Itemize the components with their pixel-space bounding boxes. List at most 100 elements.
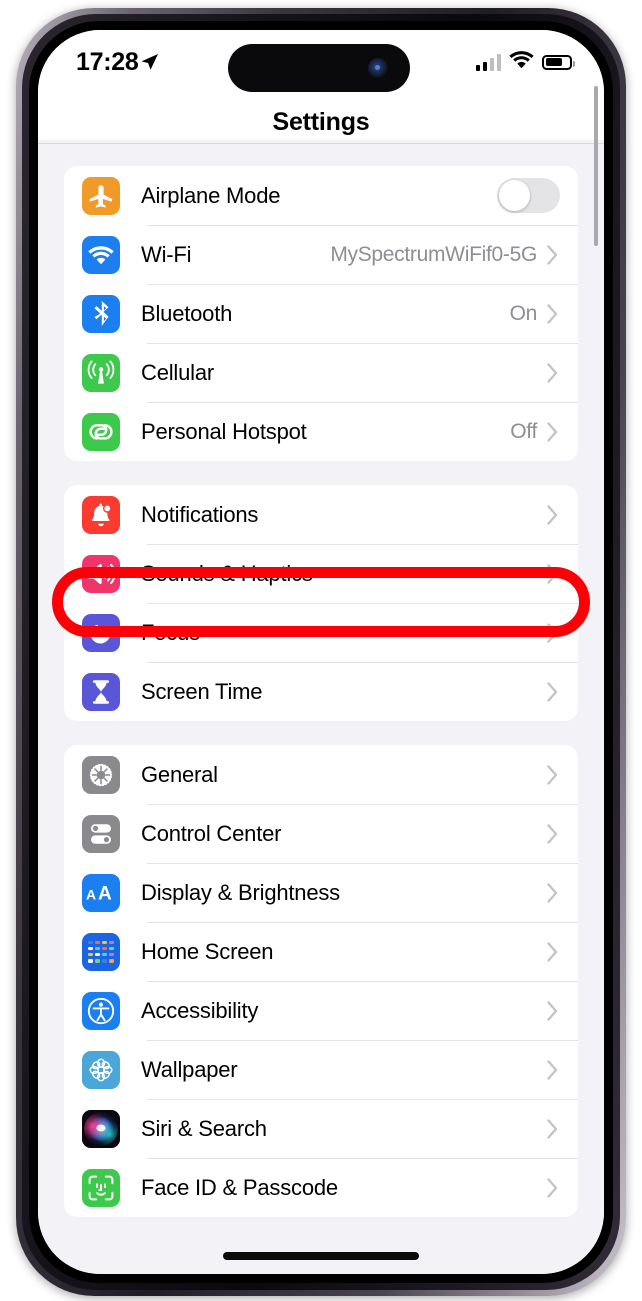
settings-row-label: Sounds & Haptics	[141, 560, 313, 586]
control-center-icon	[82, 814, 120, 853]
gear-icon	[82, 755, 120, 794]
row-separator	[147, 1099, 578, 1100]
row-separator	[147, 662, 578, 663]
settings-row-label: Display & Brightness	[141, 879, 340, 905]
phone-screen: 17:28 Settings Airplane Mode Wi-Fi MySpe…	[38, 30, 604, 1274]
chevron-right-icon	[547, 681, 558, 702]
row-separator	[147, 804, 578, 805]
wifi-icon	[509, 50, 534, 74]
settings-row-value: MySpectrumWiFif0-5G	[330, 242, 537, 266]
front-camera-icon	[368, 58, 388, 78]
page-title: Settings	[272, 108, 370, 136]
settings-row-control-center[interactable]: Control Center	[64, 804, 578, 863]
row-separator	[147, 1158, 578, 1159]
settings-row-airplane-mode[interactable]: Airplane Mode	[64, 166, 578, 225]
settings-row-label: Personal Hotspot	[141, 418, 307, 444]
settings-row-display-and-brightness[interactable]: A A Display & Brightness	[64, 863, 578, 922]
settings-group-alerts: Notifications Sounds & Haptics Focus Scr…	[64, 485, 578, 721]
chevron-right-icon	[547, 1059, 558, 1080]
row-separator	[147, 402, 578, 403]
row-separator	[147, 603, 578, 604]
toggle-knob	[499, 180, 530, 211]
settings-row-siri-and-search[interactable]: Siri & Search	[64, 1099, 578, 1158]
chevron-right-icon	[547, 1177, 558, 1198]
moon-icon	[82, 613, 120, 652]
chevron-right-icon	[547, 303, 558, 324]
chevron-right-icon	[547, 622, 558, 643]
settings-group-system: General Control Center A A Display & Bri…	[64, 745, 578, 1217]
row-separator	[147, 1040, 578, 1041]
chevron-right-icon	[547, 244, 558, 265]
face-id-icon	[82, 1168, 120, 1207]
settings-row-label: Bluetooth	[141, 300, 233, 326]
row-separator	[147, 922, 578, 923]
row-separator	[147, 863, 578, 864]
siri-orb-icon	[82, 1109, 120, 1148]
hourglass-icon	[82, 672, 120, 711]
chevron-right-icon	[547, 362, 558, 383]
chevron-right-icon	[547, 764, 558, 785]
settings-row-general[interactable]: General	[64, 745, 578, 804]
settings-row-value: Off	[510, 419, 537, 443]
status-indicators	[475, 50, 575, 74]
settings-row-label: Airplane Mode	[141, 182, 281, 208]
row-separator	[147, 225, 578, 226]
chevron-right-icon	[547, 421, 558, 442]
settings-row-cellular[interactable]: Cellular	[64, 343, 578, 402]
settings-row-accessibility[interactable]: Accessibility	[64, 981, 578, 1040]
bluetooth-icon	[82, 294, 120, 333]
settings-row-label: Accessibility	[141, 997, 259, 1023]
row-separator	[147, 981, 578, 982]
airplane-icon	[82, 176, 120, 215]
row-separator	[147, 284, 578, 285]
settings-row-label: Home Screen	[141, 938, 274, 964]
settings-row-label: Notifications	[141, 501, 259, 527]
settings-list[interactable]: Airplane Mode Wi-Fi MySpectrumWiFif0-5G	[38, 144, 604, 1274]
chevron-right-icon	[547, 941, 558, 962]
settings-row-label: Control Center	[141, 820, 282, 846]
settings-row-sounds-and-haptics[interactable]: Sounds & Haptics	[64, 544, 578, 603]
chevron-right-icon	[547, 1000, 558, 1021]
settings-row-label: Wi-Fi	[141, 241, 192, 267]
home-screen-grid-icon	[82, 932, 120, 971]
settings-row-label: Siri & Search	[141, 1115, 267, 1141]
cellular-signal-icon	[475, 53, 501, 71]
dynamic-island	[228, 44, 410, 92]
chevron-right-icon	[547, 882, 558, 903]
settings-row-screen-time[interactable]: Screen Time	[64, 662, 578, 721]
svg-text:A: A	[98, 883, 112, 903]
wallpaper-flower-icon	[82, 1050, 120, 1089]
speaker-waves-icon	[82, 554, 120, 593]
svg-text:A: A	[86, 886, 96, 902]
settings-row-wallpaper[interactable]: Wallpaper	[64, 1040, 578, 1099]
settings-row-label: Face ID & Passcode	[141, 1174, 338, 1200]
settings-row-label: General	[141, 761, 218, 787]
settings-row-bluetooth[interactable]: Bluetooth On	[64, 284, 578, 343]
settings-row-home-screen[interactable]: Home Screen	[64, 922, 578, 981]
settings-row-label: Wallpaper	[141, 1056, 238, 1082]
home-indicator[interactable]	[223, 1252, 419, 1260]
text-size-aa-icon: A A	[82, 873, 120, 912]
settings-row-notifications[interactable]: Notifications	[64, 485, 578, 544]
settings-row-wifi[interactable]: Wi-Fi MySpectrumWiFif0-5G	[64, 225, 578, 284]
settings-row-focus[interactable]: Focus	[64, 603, 578, 662]
settings-row-value: On	[509, 301, 538, 325]
chevron-right-icon	[547, 504, 558, 525]
chevron-right-icon	[547, 1118, 558, 1139]
settings-row-face-id-and-passcode[interactable]: Face ID & Passcode	[64, 1158, 578, 1217]
cellular-antenna-icon	[82, 353, 120, 392]
row-separator	[147, 544, 578, 545]
settings-row-personal-hotspot[interactable]: Personal Hotspot Off	[64, 402, 578, 461]
settings-row-label: Screen Time	[141, 678, 263, 704]
wifi-icon	[82, 235, 120, 274]
airplane-mode-toggle[interactable]	[497, 178, 560, 213]
accessibility-icon	[82, 991, 120, 1030]
chevron-right-icon	[547, 563, 558, 584]
location-arrow-icon	[138, 51, 160, 73]
battery-icon	[542, 54, 575, 70]
scrollbar-thumb[interactable]	[594, 86, 598, 246]
screenshot-stage: 17:28 Settings Airplane Mode Wi-Fi MySpe…	[0, 0, 642, 1301]
status-time: 17:28	[76, 48, 139, 76]
hotspot-icon	[82, 412, 120, 451]
settings-row-label: Focus	[141, 619, 200, 645]
